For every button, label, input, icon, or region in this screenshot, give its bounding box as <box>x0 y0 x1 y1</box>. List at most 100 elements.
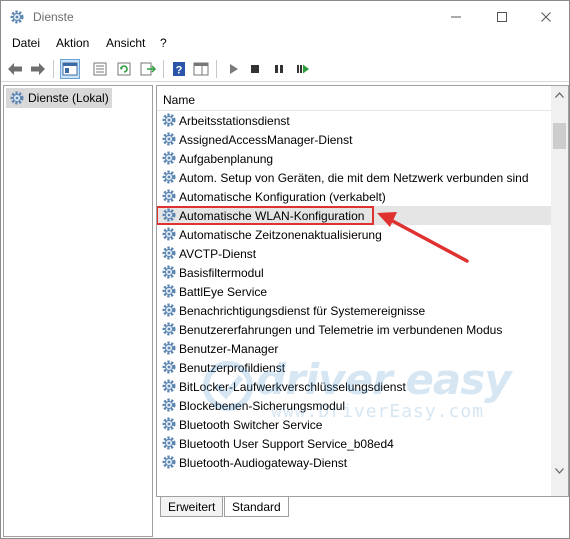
service-row[interactable]: AVCTP-Dienst <box>157 244 551 263</box>
service-gear-icon <box>161 397 177 416</box>
service-gear-icon <box>161 302 177 321</box>
service-gear-icon <box>161 226 177 245</box>
service-name: Benachrichtigungsdienst für Systemereign… <box>179 303 426 318</box>
scroll-thumb[interactable] <box>553 123 566 149</box>
service-gear-icon <box>161 264 177 283</box>
service-gear-icon <box>161 321 177 340</box>
column-header-name[interactable]: Name <box>163 93 195 107</box>
service-name: AssignedAccessManager-Dienst <box>179 132 353 147</box>
services-gear-icon <box>9 9 25 25</box>
service-gear-icon <box>161 207 177 226</box>
service-row[interactable]: Automatische Konfiguration (verkabelt) <box>157 187 551 206</box>
service-name: Autom. Setup von Geräten, die mit dem Ne… <box>179 170 529 185</box>
service-row[interactable]: Bluetooth-Audiogateway-Dienst <box>157 453 551 472</box>
arrow-left-icon <box>8 63 22 75</box>
arrow-right-icon <box>31 63 45 75</box>
export-icon <box>140 62 156 76</box>
services-gear-icon <box>9 90 25 109</box>
service-name: BitLocker-Laufwerkverschlüsselungsdienst <box>179 379 406 394</box>
svg-text:?: ? <box>176 65 183 77</box>
service-row[interactable]: Bluetooth User Support Service_b08ed4 <box>157 434 551 453</box>
service-name: BattlEye Service <box>179 284 268 299</box>
maximize-button[interactable] <box>479 1 525 33</box>
service-gear-icon <box>161 435 177 454</box>
forward-button[interactable] <box>28 59 48 79</box>
service-row[interactable]: Bluetooth Switcher Service <box>157 415 551 434</box>
service-gear-icon <box>161 454 177 473</box>
service-gear-icon <box>161 150 177 169</box>
service-row[interactable]: Benachrichtigungsdienst für Systemereign… <box>157 301 551 320</box>
properties-list-button[interactable] <box>90 59 110 79</box>
action-pane-button[interactable] <box>191 59 211 79</box>
restart-icon <box>297 64 309 74</box>
console-tree-button[interactable] <box>60 59 80 79</box>
action-pane-icon <box>193 62 209 76</box>
service-row[interactable]: Aufgabenplanung <box>157 149 551 168</box>
services-window: Dienste Datei Aktion Ansicht ? ? Dienste… <box>0 0 570 539</box>
close-button[interactable] <box>523 1 569 33</box>
service-row[interactable]: Basisfiltermodul <box>157 263 551 282</box>
restart-service-button[interactable] <box>293 59 313 79</box>
refresh-icon <box>117 62 131 76</box>
service-row[interactable]: Benutzererfahrungen und Telemetrie im ve… <box>157 320 551 339</box>
scroll-down-icon[interactable] <box>551 462 568 479</box>
scroll-up-icon[interactable] <box>551 86 568 103</box>
service-gear-icon <box>161 359 177 378</box>
tab-standard[interactable]: Standard <box>224 497 289 517</box>
stop-service-button[interactable] <box>245 59 265 79</box>
service-gear-icon <box>161 245 177 264</box>
refresh-button[interactable] <box>114 59 134 79</box>
export-list-button[interactable] <box>138 59 158 79</box>
minimize-button[interactable] <box>433 1 479 33</box>
menu-ansicht[interactable]: Ansicht <box>106 36 145 50</box>
menu-help[interactable]: ? <box>160 36 167 50</box>
pause-service-button[interactable] <box>269 59 289 79</box>
service-row[interactable]: Blockebenen-Sicherungsmodul <box>157 396 551 415</box>
service-name: Basisfiltermodul <box>179 265 264 280</box>
service-gear-icon <box>161 283 177 302</box>
tree-item-services-local[interactable]: Dienste (Lokal) <box>6 88 112 108</box>
help-button[interactable]: ? <box>169 59 189 79</box>
service-name: Bluetooth Switcher Service <box>179 417 323 432</box>
service-row[interactable]: BitLocker-Laufwerkverschlüsselungsdienst <box>157 377 551 396</box>
vertical-scrollbar[interactable] <box>551 86 568 496</box>
service-name: Benutzererfahrungen und Telemetrie im ve… <box>179 322 503 337</box>
service-gear-icon <box>161 188 177 207</box>
services-rows: Arbeitsstationsdienst AssignedAccessManag… <box>157 111 551 472</box>
service-row[interactable]: Automatische Zeitzonenaktualisierung <box>157 225 551 244</box>
window-title: Dienste <box>33 10 74 24</box>
service-row[interactable]: Arbeitsstationsdienst <box>157 111 551 130</box>
pause-icon <box>275 65 283 73</box>
back-button[interactable] <box>5 59 25 79</box>
service-name: Automatische Konfiguration (verkabelt) <box>179 189 386 204</box>
menu-bar: Datei Aktion Ansicht ? <box>1 33 569 54</box>
toolbar: ? <box>1 55 569 82</box>
service-row[interactable]: AssignedAccessManager-Dienst <box>157 130 551 149</box>
service-row[interactable]: BattlEye Service <box>157 282 551 301</box>
service-name: Blockebenen-Sicherungsmodul <box>179 398 346 413</box>
service-name: Aufgabenplanung <box>179 151 274 166</box>
service-row[interactable]: Benutzer-Manager <box>157 339 551 358</box>
service-name: Benutzerprofildienst <box>179 360 286 375</box>
services-list: Name Arbeitsstationsdienst AssignedAccess… <box>156 85 569 497</box>
console-tree-icon <box>62 62 78 76</box>
list-icon <box>93 62 107 76</box>
menu-aktion[interactable]: Aktion <box>56 36 89 50</box>
service-name: Benutzer-Manager <box>179 341 279 356</box>
service-name: Automatische Zeitzonenaktualisierung <box>179 227 382 242</box>
tab-extended[interactable]: Erweitert <box>160 497 224 517</box>
title-bar: Dienste <box>1 1 569 33</box>
start-service-button[interactable] <box>223 59 243 79</box>
service-row[interactable]: Autom. Setup von Geräten, die mit dem Ne… <box>157 168 551 187</box>
menu-datei[interactable]: Datei <box>12 36 40 50</box>
service-gear-icon <box>161 340 177 359</box>
list-header: Name <box>157 86 551 111</box>
play-icon <box>230 64 238 74</box>
service-name: Bluetooth User Support Service_b08ed4 <box>179 436 394 451</box>
service-row[interactable]: Automatische WLAN-Konfiguration <box>157 206 551 225</box>
help-icon: ? <box>173 62 185 77</box>
tree-item-label: Dienste (Lokal) <box>28 91 109 105</box>
service-gear-icon <box>161 131 177 150</box>
service-row[interactable]: Benutzerprofildienst <box>157 358 551 377</box>
service-name: Automatische WLAN-Konfiguration <box>179 208 365 223</box>
